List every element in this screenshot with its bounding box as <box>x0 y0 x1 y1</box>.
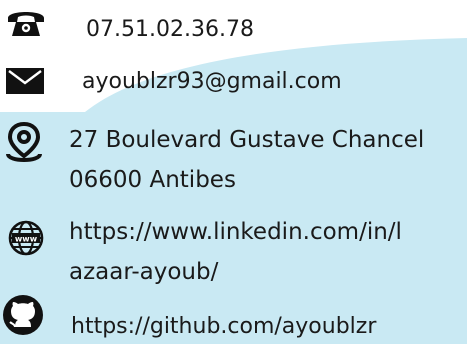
address-row: 27 Boulevard Gustave Chancel 06600 Antib… <box>0 114 467 198</box>
github-icon <box>0 292 48 335</box>
email-address[interactable]: ayoublzr93@gmail.com <box>82 69 342 94</box>
map-pin-icon <box>0 114 48 162</box>
phone-number[interactable]: 07.51.02.36.78 <box>86 17 254 42</box>
linkedin-url-line-1[interactable]: https://www.linkedin.com/in/l <box>69 219 402 245</box>
address-line-2: 06600 Antibes <box>69 167 236 193</box>
email-row: ayoublzr93@gmail.com <box>0 58 467 106</box>
telephone-icon <box>0 0 48 40</box>
phone-row: 07.51.02.36.78 <box>0 0 467 56</box>
address-line-1: 27 Boulevard Gustave Chancel <box>69 127 425 153</box>
svg-text:www: www <box>15 235 38 244</box>
github-url[interactable]: https://github.com/ayoublzr <box>71 314 376 339</box>
globe-www-icon: www <box>0 206 48 256</box>
github-row: https://github.com/ayoublzr <box>0 292 467 344</box>
linkedin-url-line-2[interactable]: azaar-ayoub/ <box>69 259 218 285</box>
linkedin-row: www https://www.linkedin.com/in/l azaar-… <box>0 206 467 290</box>
envelope-icon <box>0 58 48 98</box>
